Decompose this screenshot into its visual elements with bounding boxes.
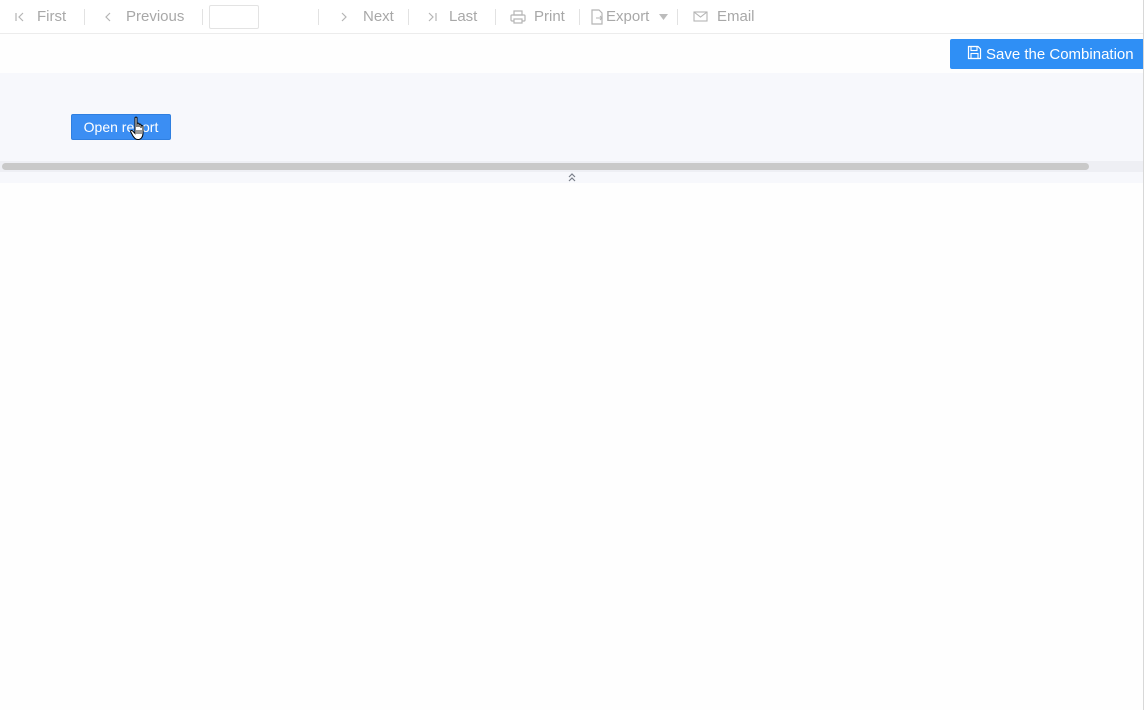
first-page-button[interactable]: First (14, 0, 84, 34)
email-button[interactable]: Email (678, 0, 755, 34)
parameters-panel: Open report (0, 73, 1144, 183)
last-page-icon (426, 11, 438, 23)
export-button[interactable]: Export (580, 0, 677, 34)
print-button[interactable]: Print (496, 0, 579, 34)
last-page-label: Last (449, 8, 478, 25)
open-report-button[interactable]: Open report (71, 114, 171, 140)
print-label: Print (534, 8, 565, 25)
chevron-right-icon (339, 11, 349, 23)
chevron-left-icon (103, 11, 113, 23)
double-chevron-up-icon (567, 169, 577, 187)
first-page-label: First (37, 8, 67, 25)
floppy-disk-icon (967, 45, 986, 64)
printer-icon (510, 9, 526, 24)
save-combination-button[interactable]: Save the Combination (950, 39, 1144, 69)
page-number-group (203, 4, 318, 29)
caret-down-icon[interactable] (659, 13, 669, 20)
report-viewer: First Previous Next Last Print Export Em… (0, 0, 1144, 710)
next-page-label: Next (363, 8, 394, 25)
envelope-icon (693, 11, 708, 22)
page-number-input[interactable] (209, 4, 259, 29)
previous-page-label: Previous (126, 8, 185, 25)
last-page-button[interactable]: Last (409, 0, 495, 34)
export-label: Export (606, 8, 650, 25)
export-icon (590, 8, 604, 25)
previous-page-button[interactable]: Previous (85, 0, 202, 34)
save-combination-label: Save the Combination (986, 45, 1134, 63)
first-page-icon (14, 11, 26, 23)
next-page-button[interactable]: Next (319, 0, 408, 34)
email-label: Email (717, 8, 755, 25)
report-toolbar: First Previous Next Last Print Export Em… (0, 0, 1144, 34)
collapse-panel-handle[interactable] (565, 172, 579, 183)
horizontal-scrollbar-thumb[interactable] (2, 163, 1089, 170)
